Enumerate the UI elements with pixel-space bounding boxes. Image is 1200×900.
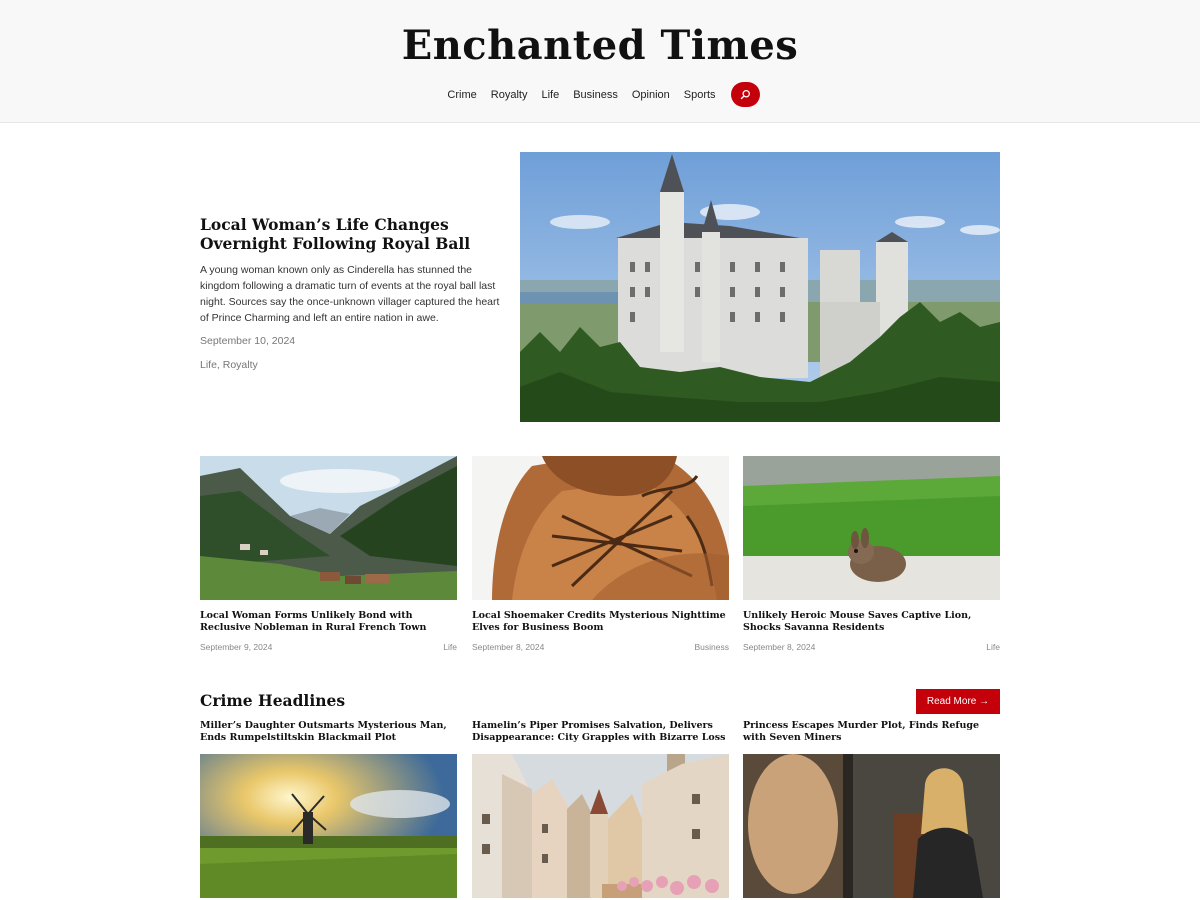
nav-item-life[interactable]: Life [534, 89, 566, 101]
card-category[interactable]: Life [443, 642, 457, 652]
hero-title[interactable]: Local Woman’s Life Changes Overnight Fol… [200, 215, 500, 253]
nav-item-royalty[interactable]: Royalty [484, 89, 535, 101]
hero-categories[interactable]: Life, Royalty [200, 359, 500, 371]
nav-item-opinion[interactable]: Opinion [625, 89, 677, 101]
card-image-mountain-village[interactable] [200, 456, 457, 600]
crime-image-old-town[interactable] [472, 754, 729, 898]
hero-image-castle[interactable] [520, 152, 1000, 422]
card-category[interactable]: Business [695, 642, 730, 652]
card-title[interactable]: Unlikely Heroic Mouse Saves Captive Lion… [743, 610, 1000, 634]
section-title-crime: Crime Headlines [200, 691, 346, 710]
card-title[interactable]: Local Woman Forms Unlikely Bond with Rec… [200, 610, 457, 634]
card-meta: September 9, 2024 Life [200, 642, 457, 652]
card-date: September 8, 2024 [472, 642, 545, 652]
read-more-button[interactable]: Read More → [916, 689, 1000, 714]
card-title[interactable]: Local Shoemaker Credits Mysterious Night… [472, 610, 729, 634]
hero-date: September 10, 2024 [200, 335, 296, 347]
card-meta: September 8, 2024 Business [472, 642, 729, 652]
card-category[interactable]: Life [986, 642, 1000, 652]
crime-headline-title[interactable]: Miller’s Daughter Outsmarts Mysterious M… [200, 720, 457, 744]
crime-headline-title[interactable]: Hamelin’s Piper Promises Salvation, Deli… [472, 720, 729, 744]
site-logo[interactable]: Enchanted Times [0, 22, 1200, 69]
hero-article: Local Woman’s Life Changes Overnight Fol… [200, 215, 500, 371]
nav-item-sports[interactable]: Sports [677, 89, 723, 101]
article-card: Local Woman Forms Unlikely Bond with Rec… [200, 456, 457, 652]
crime-headline-title[interactable]: Princess Escapes Murder Plot, Finds Refu… [743, 720, 1000, 744]
card-meta: September 8, 2024 Life [743, 642, 1000, 652]
article-card: Unlikely Heroic Mouse Saves Captive Lion… [743, 456, 1000, 652]
nav-item-crime[interactable]: Crime [440, 89, 483, 101]
nav-item-business[interactable]: Business [566, 89, 625, 101]
card-image-leather-shoe[interactable] [472, 456, 729, 600]
search-button[interactable] [730, 82, 760, 107]
card-image-rabbit[interactable] [743, 456, 1000, 600]
main-nav: Crime Royalty Life Business Opinion Spor… [0, 82, 1200, 107]
site-header: Enchanted Times Crime Royalty Life Busin… [0, 0, 1200, 123]
search-icon [740, 90, 750, 100]
card-date: September 9, 2024 [200, 642, 273, 652]
crime-image-princess[interactable] [743, 754, 1000, 898]
card-date: September 8, 2024 [743, 642, 816, 652]
crime-image-windmill[interactable] [200, 754, 457, 898]
hero-excerpt: A young woman known only as Cinderella h… [200, 264, 500, 324]
article-card: Local Shoemaker Credits Mysterious Night… [472, 456, 729, 652]
